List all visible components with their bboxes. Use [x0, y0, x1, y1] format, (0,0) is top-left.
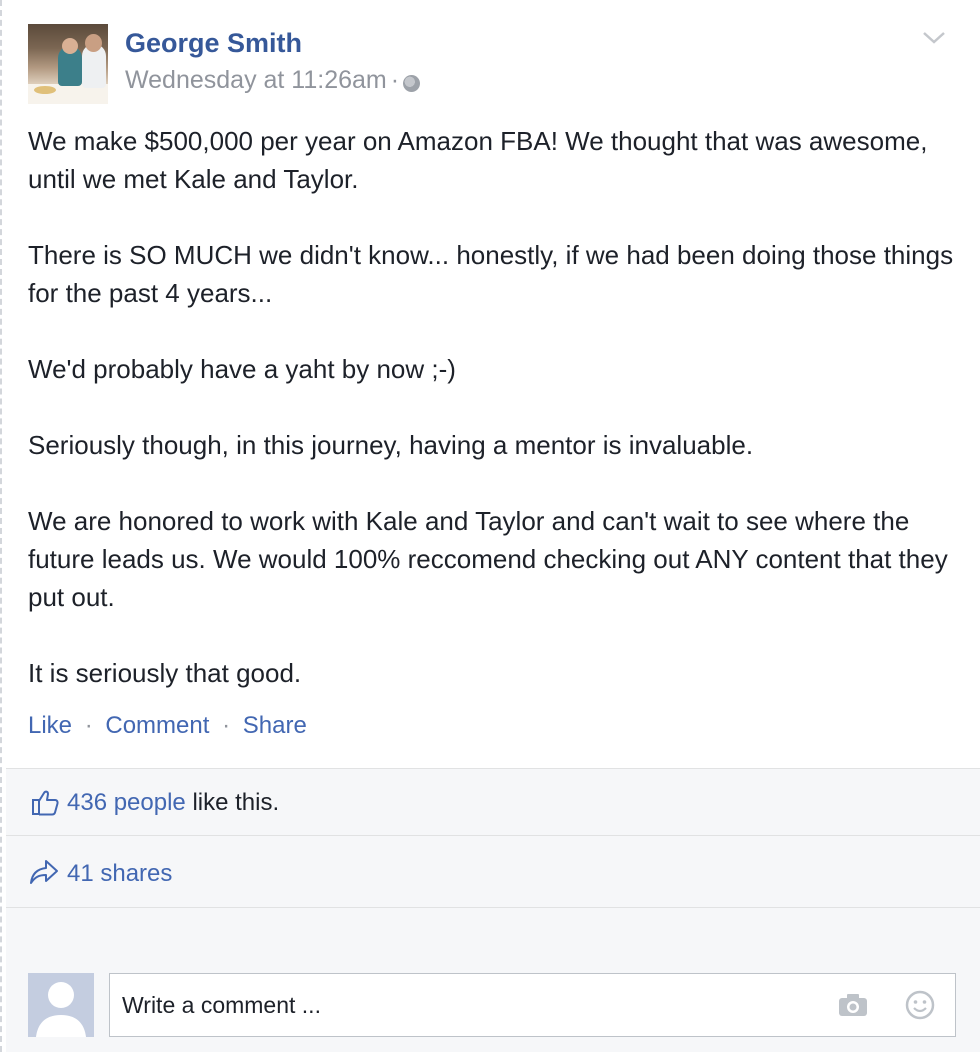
share-link[interactable]: Share: [243, 712, 307, 739]
post-paragraph: There is SO MUCH we didn't know... hones…: [28, 240, 954, 308]
post-message: We make $500,000 per year on Amazon FBA!…: [28, 122, 963, 692]
meta-separator: ·: [390, 66, 400, 94]
post-header: George Smith Wednesday at 11:26am ·: [28, 24, 948, 104]
comment-placeholder: Write a comment ...: [122, 992, 321, 1018]
post-paragraph: We'd probably have a yaht by now ;-): [28, 354, 456, 384]
likes-suffix: like this.: [185, 789, 280, 816]
chevron-down-icon[interactable]: [920, 28, 948, 48]
current-user-avatar: [28, 973, 94, 1037]
post-paragraph: Seriously though, in this journey, havin…: [28, 430, 754, 460]
action-separator: ·: [84, 712, 93, 739]
post-meta: Wednesday at 11:26am ·: [125, 66, 421, 95]
camera-icon[interactable]: [837, 992, 869, 1018]
post-timestamp[interactable]: Wednesday at 11:26am: [125, 66, 387, 95]
author-name[interactable]: George Smith: [125, 28, 302, 59]
action-separator: ·: [222, 712, 231, 739]
author-avatar[interactable]: [28, 24, 108, 104]
like-link[interactable]: Like: [28, 712, 72, 739]
likes-text: 436 people like this.: [67, 789, 279, 817]
share-arrow-icon: [30, 860, 58, 884]
emoji-icon[interactable]: [905, 990, 935, 1020]
post-paragraph: It is seriously that good.: [28, 658, 302, 688]
globe-icon[interactable]: [403, 75, 421, 92]
thumbs-up-icon: [32, 790, 59, 816]
post-paragraph: We are honored to work with Kale and Tay…: [28, 506, 948, 612]
shares-count-link[interactable]: 41 shares: [67, 860, 172, 888]
post-paragraph: We make $500,000 per year on Amazon FBA!…: [28, 126, 928, 194]
likes-summary: 436 people like this.: [6, 769, 980, 836]
feedback-section: 436 people like this. 41 shares Write a …: [6, 768, 980, 1052]
likes-count-link[interactable]: 436 people: [67, 789, 186, 816]
shares-summary: 41 shares: [6, 836, 980, 908]
feed-edge-divider: [0, 0, 2, 1052]
comment-input[interactable]: Write a comment ...: [109, 973, 956, 1037]
comment-link[interactable]: Comment: [105, 712, 209, 739]
post-actions: Like · Comment · Share: [28, 712, 307, 740]
